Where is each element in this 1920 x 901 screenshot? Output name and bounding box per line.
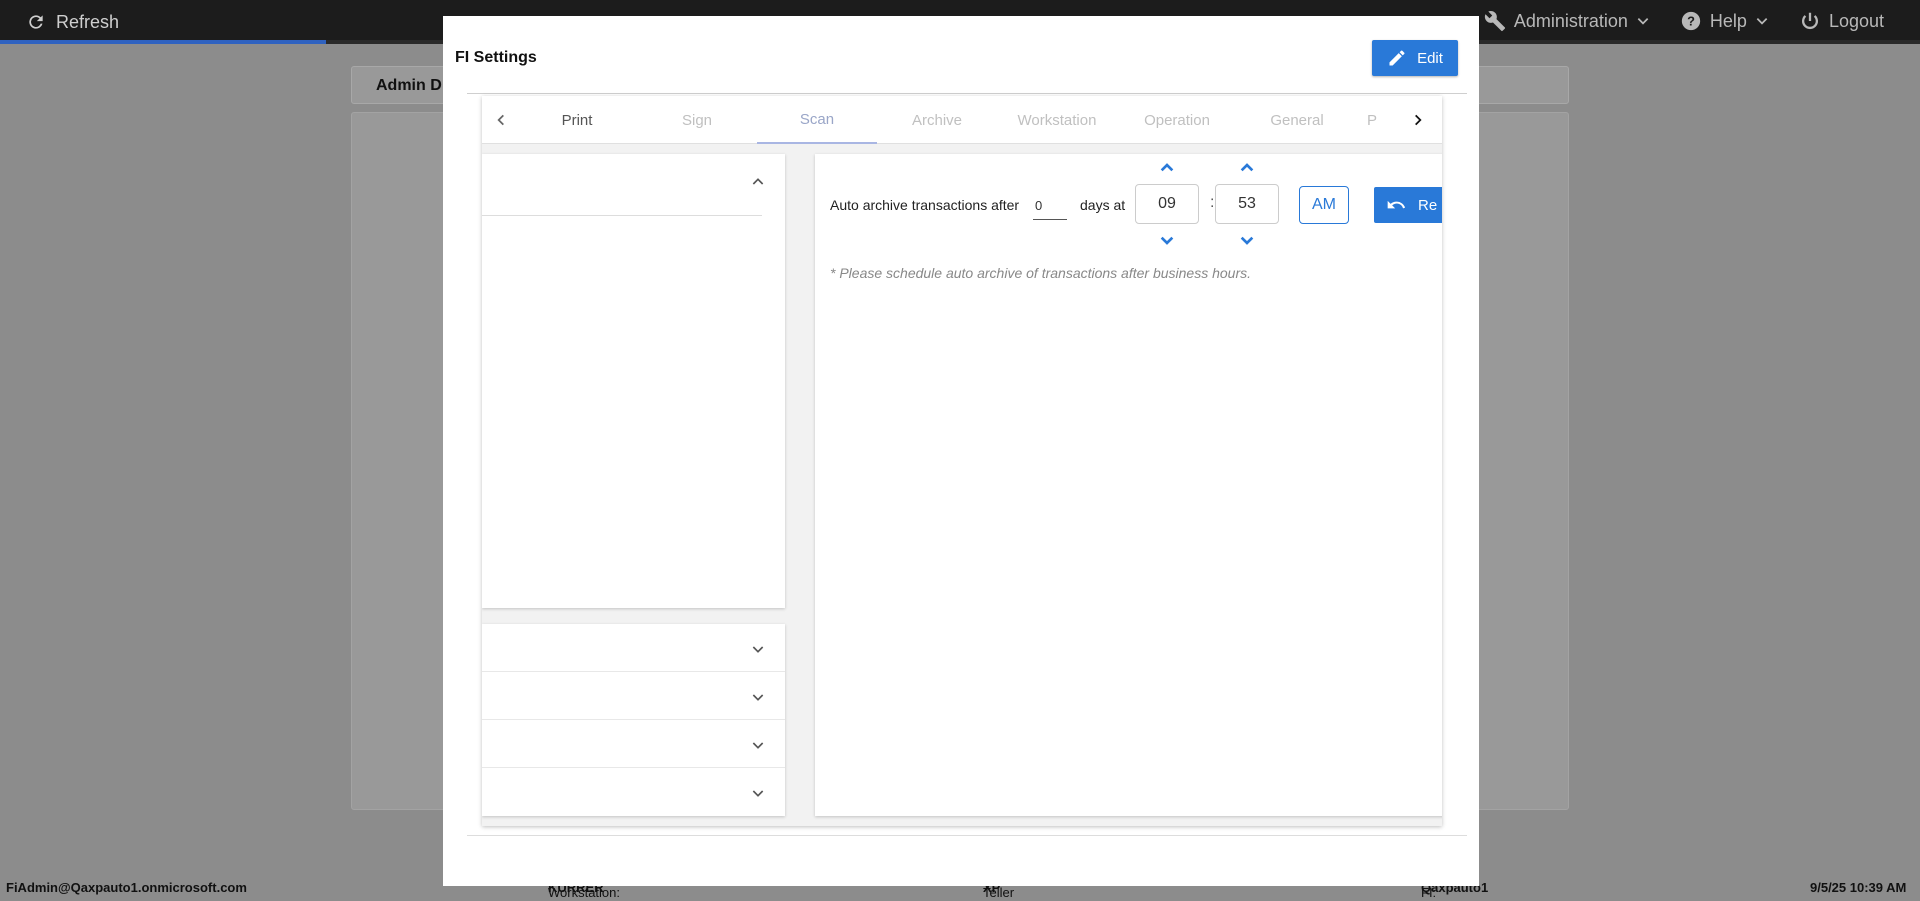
tab-print[interactable]: Print xyxy=(517,96,637,144)
chevron-down-icon xyxy=(752,646,764,653)
wrench-icon xyxy=(1484,11,1505,32)
svg-text:?: ? xyxy=(1687,14,1695,29)
logout-button[interactable]: Logout xyxy=(1799,10,1884,32)
archive-days-input[interactable] xyxy=(1033,192,1067,220)
tab-scroll-left[interactable] xyxy=(490,109,512,131)
chevron-down-icon xyxy=(752,694,764,701)
modal-header xyxy=(467,38,1467,94)
footer-platform-label: Teller Platform: xyxy=(983,885,1035,901)
time-separator: : xyxy=(1210,194,1215,211)
ampm-toggle[interactable]: AM xyxy=(1299,186,1349,224)
administration-menu[interactable]: Administration xyxy=(1484,10,1650,32)
tab-scan[interactable]: Scan xyxy=(757,96,877,144)
tab-scroll-right[interactable] xyxy=(1407,109,1429,131)
archive-settings-panel: Auto archive transactions after days at … xyxy=(815,154,1442,816)
chevron-up-icon xyxy=(1240,163,1254,172)
refresh-label: Refresh xyxy=(56,11,120,32)
footer-user: FiAdmin@Qaxpauto1.onmicrosoft.com xyxy=(6,880,247,895)
accordion-row[interactable] xyxy=(482,624,785,672)
minute-increment[interactable] xyxy=(1237,160,1257,174)
help-icon: ? xyxy=(1681,11,1701,31)
chevron-down-icon xyxy=(752,790,764,797)
chevron-up-icon[interactable] xyxy=(750,174,766,190)
tab-operation[interactable]: Operation xyxy=(1117,96,1237,144)
logout-label: Logout xyxy=(1828,10,1884,31)
hour-input[interactable]: 09 xyxy=(1135,184,1199,224)
accordion-row[interactable] xyxy=(482,768,785,816)
accordion-row[interactable] xyxy=(482,720,785,768)
settings-tab-card: Print Sign Scan Archive Workstation Oper… xyxy=(482,96,1442,826)
refresh-button[interactable]: Refresh xyxy=(26,10,119,34)
chevron-down-icon xyxy=(1160,236,1174,245)
settings-content: Print Sign Scan Archive Workstation Oper… xyxy=(467,96,1467,836)
tab-workstation[interactable]: Workstation xyxy=(997,96,1117,144)
chevron-down-icon xyxy=(752,742,764,749)
fi-settings-modal: FI Settings Edit Print Sign Scan Archive… xyxy=(443,16,1479,886)
power-icon xyxy=(1801,12,1818,30)
tab-sign[interactable]: Sign xyxy=(637,96,757,144)
reset-button[interactable]: Re xyxy=(1374,187,1442,223)
chevron-down-icon xyxy=(1240,236,1254,245)
help-label: Help xyxy=(1709,10,1747,31)
edit-button[interactable]: Edit xyxy=(1372,40,1458,76)
modal-title: FI Settings xyxy=(455,49,537,66)
reset-label: Re xyxy=(1418,196,1438,214)
auto-archive-label: Auto archive transactions after xyxy=(830,197,1020,213)
hour-increment[interactable] xyxy=(1157,160,1177,174)
minute-decrement[interactable] xyxy=(1237,234,1257,248)
edit-label: Edit xyxy=(1417,49,1443,67)
hour-decrement[interactable] xyxy=(1157,234,1177,248)
left-accordion-expanded xyxy=(482,154,785,608)
footer-fi-label: FI: xyxy=(1421,885,1437,900)
days-at-label: days at xyxy=(1080,197,1126,213)
chevron-down-icon xyxy=(1756,18,1768,25)
minute-input[interactable]: 53 xyxy=(1215,184,1279,224)
admin-dashboard-title: Admin D xyxy=(376,77,442,94)
accordion-row[interactable] xyxy=(482,672,785,720)
accordion-header[interactable] xyxy=(482,154,762,216)
chevron-down-icon xyxy=(1637,18,1649,25)
loading-progress-bar xyxy=(0,40,326,44)
undo-icon xyxy=(1387,200,1406,209)
footer-datetime: 9/5/25 10:39 AM xyxy=(1810,880,1907,895)
administration-label: Administration xyxy=(1513,10,1628,31)
footer-workstation-label: Workstation: xyxy=(548,885,621,900)
left-accordion-collapsed xyxy=(482,624,785,816)
archive-note: * Please schedule auto archive of transa… xyxy=(830,265,1252,281)
chevron-right-icon xyxy=(1415,114,1422,126)
refresh-icon xyxy=(29,15,43,29)
settings-tabs: Print Sign Scan Archive Workstation Oper… xyxy=(482,96,1442,144)
help-menu[interactable]: ? Help xyxy=(1680,10,1769,32)
pencil-icon xyxy=(1389,50,1405,66)
chevron-left-icon xyxy=(497,114,504,126)
tab-partial[interactable]: P xyxy=(1317,96,1377,144)
tab-archive[interactable]: Archive xyxy=(877,96,997,144)
chevron-up-icon xyxy=(1160,163,1174,172)
